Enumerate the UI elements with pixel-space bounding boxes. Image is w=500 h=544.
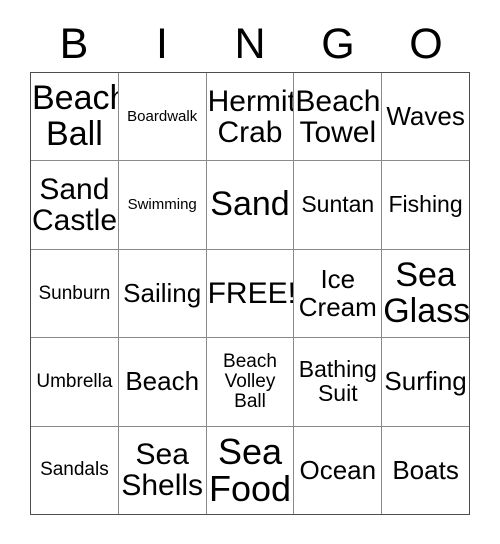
bingo-card: B I N G O Beach Ball Boardwalk Hermit Crab… — [0, 0, 500, 544]
bingo-row: Beach Ball Boardwalk Hermit CrabBeach Towe… — [31, 73, 469, 161]
bingo-cell-label: Hermit Crab — [207, 84, 294, 149]
bingo-cell-label: Ice Cream — [298, 264, 377, 322]
bingo-free-space-cell[interactable]: FREE! — [205, 249, 294, 338]
bingo-cell-label: Umbrella — [36, 371, 113, 393]
bingo-cell-label: Beach Ball — [32, 79, 118, 153]
bingo-cell[interactable]: Sandals — [31, 426, 118, 515]
bingo-cell[interactable]: Hermit Crab — [205, 73, 294, 161]
bingo-header-row: B I N G O — [30, 16, 470, 72]
bingo-cell[interactable]: Waves — [381, 73, 469, 161]
bingo-cell[interactable]: Fishing — [381, 161, 469, 249]
bingo-cell[interactable]: Bathing Suit — [293, 338, 382, 426]
bingo-cell[interactable]: Umbrella — [31, 338, 118, 426]
bingo-cell-label: FREE! — [207, 276, 294, 310]
bingo-row: Umbrella Beach Beach Volley Ball Bathing Su… — [31, 337, 469, 426]
bingo-cell-label: Sea Shells — [121, 438, 204, 503]
bingo-cell[interactable]: Beach Towel — [293, 73, 382, 161]
bingo-cell-label: Sand Castle — [32, 172, 118, 238]
bingo-cell[interactable]: Sand Castle — [31, 161, 118, 249]
bingo-cell-label: Beach — [125, 366, 200, 397]
bingo-cell-label: Sea Food — [208, 430, 292, 510]
bingo-cell[interactable]: Beach Volley Ball — [205, 338, 294, 426]
bingo-cell[interactable]: Beach — [117, 338, 206, 426]
bingo-cell-label: Boardwalk — [127, 107, 198, 125]
bingo-cell-label: Surfing — [384, 366, 467, 397]
bingo-cell-label: Swimming — [127, 196, 197, 214]
bingo-cell[interactable]: Sailing — [117, 249, 206, 338]
bingo-cell[interactable]: Ocean — [293, 426, 382, 515]
bingo-header-letter-b: B — [59, 19, 89, 68]
bingo-cell-label: Boats — [392, 454, 459, 485]
bingo-row: Sand Castle Swimming Sand Suntan Fishing — [31, 160, 469, 249]
bingo-cell[interactable]: Ice Cream — [293, 249, 382, 338]
bingo-row: Sunburn Sailing FREE! Ice Cream Sea Glass — [31, 248, 469, 338]
bingo-cell[interactable]: Sand — [205, 161, 294, 249]
bingo-cell[interactable]: Boats — [381, 426, 469, 515]
bingo-cell-label: Sandals — [40, 459, 109, 481]
bingo-cell-label: Sunburn — [38, 282, 111, 304]
bingo-cell-label: Beach Volley Ball — [223, 351, 277, 412]
bingo-cell-label: Fishing — [388, 191, 463, 218]
bingo-cell[interactable]: Boardwalk — [117, 73, 206, 161]
bingo-header-letter-g: G — [321, 19, 355, 68]
bingo-header-letter-o: O — [409, 19, 443, 68]
bingo-cell[interactable]: Sea Food — [205, 426, 294, 515]
bingo-cell[interactable]: Sunburn — [31, 249, 118, 338]
bingo-cell[interactable]: Sea Glass — [381, 249, 469, 338]
bingo-header-letter-n: N — [234, 19, 266, 68]
bingo-cell[interactable]: Surfing — [381, 338, 469, 426]
bingo-cell[interactable]: Swimming — [117, 161, 206, 249]
bingo-cell[interactable]: Suntan — [293, 161, 382, 249]
bingo-cell-label: Ocean — [299, 454, 377, 485]
bingo-cell-label: Waves — [386, 101, 465, 132]
bingo-cell-label: Sand — [210, 185, 290, 224]
bingo-cell[interactable]: Sea Shells — [117, 426, 206, 515]
bingo-header-letter-i: I — [156, 19, 168, 68]
bingo-cell-label: Suntan — [301, 191, 375, 218]
bingo-cell-label: Sailing — [123, 278, 202, 308]
bingo-row: Sandals Sea Shells Sea Food Ocean Boats — [31, 425, 469, 515]
bingo-grid: Beach Ball Boardwalk Hermit CrabBeach Towe… — [30, 72, 470, 515]
bingo-cell-label: Beach Towel — [295, 84, 381, 149]
bingo-cell[interactable]: Beach Ball — [31, 73, 118, 161]
bingo-cell-label: Bathing Suit — [298, 356, 377, 406]
bingo-cell-label: Sea Glass — [383, 256, 469, 330]
